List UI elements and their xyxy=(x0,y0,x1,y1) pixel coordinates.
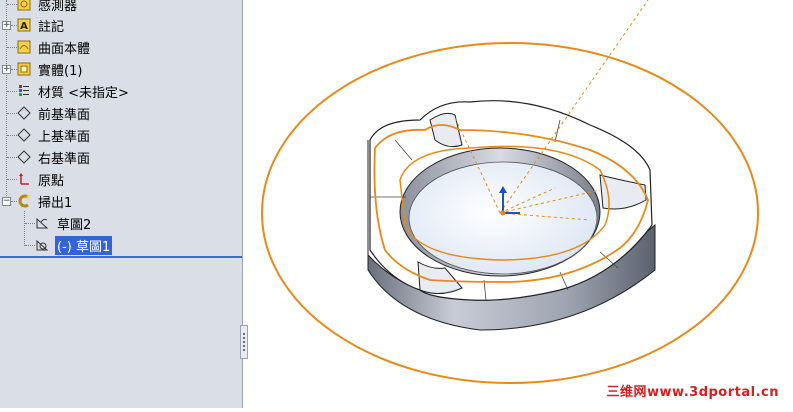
tree-item-label: 曲面本體 xyxy=(38,42,91,57)
plane-icon xyxy=(17,128,31,142)
tree-connector xyxy=(24,211,25,246)
site-watermark: 三维网www.3dportal.cn xyxy=(606,385,779,400)
expand-icon[interactable]: + xyxy=(2,65,11,74)
tree-item-label: (-) 草圖1 xyxy=(55,236,113,255)
tree-connector xyxy=(6,0,7,200)
tree-item-label: 材質 <未指定> xyxy=(38,86,129,101)
tree-connector xyxy=(7,157,17,158)
tree-item-label: 註記 xyxy=(38,20,65,35)
origin-icon xyxy=(19,173,29,185)
plane-icon xyxy=(17,150,31,164)
tree-item-label: 實體(1) xyxy=(38,64,83,79)
sketch-icon xyxy=(36,217,49,229)
material-icon xyxy=(19,85,29,96)
svg-text:A: A xyxy=(20,21,28,32)
tree-item-label: 右基準面 xyxy=(38,152,91,167)
feature-manager-tree[interactable]: 感測器 + A 註記 曲面本體 + 實體(1) 材質 <未指定> 前基準面 上基… xyxy=(0,0,243,408)
expand-icon[interactable]: + xyxy=(2,21,11,30)
tree-connector xyxy=(7,179,17,180)
surface-bodies-icon xyxy=(17,40,31,54)
tree-connector xyxy=(25,245,35,246)
tree-item-label: 掃出1 xyxy=(38,196,73,211)
origin-point[interactable] xyxy=(500,210,506,216)
graphics-area[interactable] xyxy=(244,0,793,408)
annotation-icon: A xyxy=(17,18,31,32)
sweep-icon xyxy=(18,194,30,208)
tree-connector xyxy=(25,223,35,224)
model-view[interactable] xyxy=(244,0,793,408)
tree-connector xyxy=(7,91,17,92)
collapse-icon[interactable]: − xyxy=(2,197,11,206)
tree-item-label: 上基準面 xyxy=(38,130,91,145)
tree-connector xyxy=(7,47,17,48)
sketch-icon xyxy=(36,239,49,251)
tree-connector xyxy=(7,135,17,136)
plane-icon xyxy=(17,106,31,120)
tree-item-label: 原點 xyxy=(38,174,65,189)
tree-item-label: 感測器 xyxy=(38,0,78,14)
solid-bodies-icon xyxy=(17,62,31,76)
tree-connector xyxy=(7,113,17,114)
sensor-icon xyxy=(17,0,31,11)
tree-item-label: 前基準面 xyxy=(38,108,91,123)
tree-connector xyxy=(7,4,17,5)
tree-item-label: 草圖2 xyxy=(57,218,92,233)
rollback-bar[interactable] xyxy=(0,256,242,258)
